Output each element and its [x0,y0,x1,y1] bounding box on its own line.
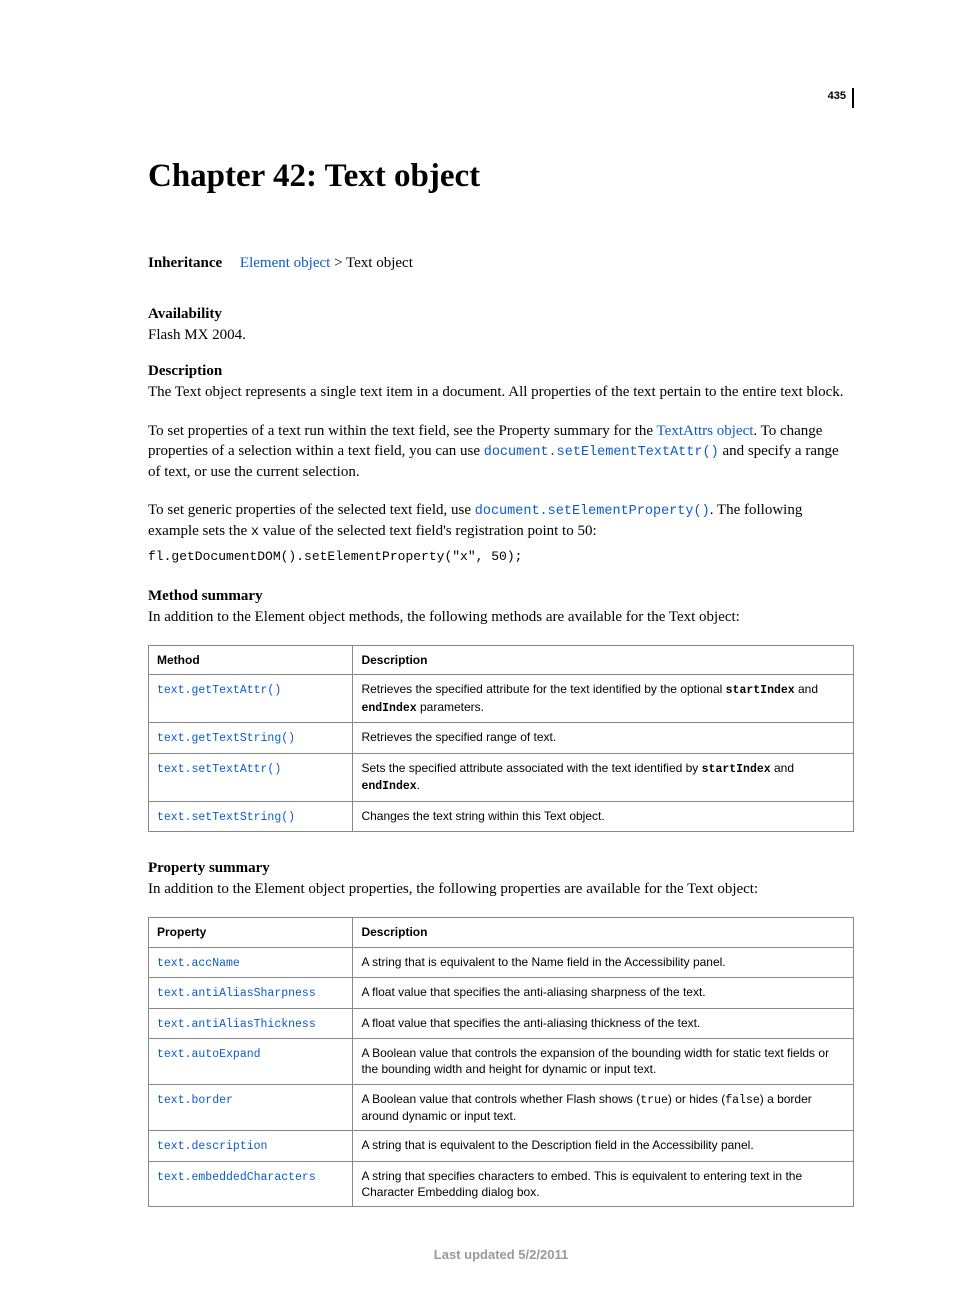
row-description: A float value that specifies the anti-al… [353,978,854,1009]
method-summary-heading: Method summary [148,588,854,605]
method-summary-section: Method summary In addition to the Elemen… [148,588,854,833]
method-summary-table: Method Description text.getTextAttr() Ret… [148,645,854,832]
table-row: text.antiAliasSharpness A float value tha… [149,978,854,1009]
row-description: A Boolean value that controls the expans… [353,1039,854,1084]
api-link[interactable]: text.getTextAttr() [157,684,281,697]
property-summary-heading: Property summary [148,860,854,877]
inheritance-current: Text object [346,255,413,271]
setelementproperty-link[interactable]: document.setElementProperty() [475,504,710,519]
table-row: text.setTextAttr() Sets the specified att… [149,753,854,801]
api-link[interactable]: text.antiAliasSharpness [157,987,316,1000]
row-description: A string that is equivalent to the Descr… [353,1131,854,1162]
availability-heading: Availability [148,306,854,323]
method-summary-intro: In addition to the Element object method… [148,607,854,627]
api-link[interactable]: text.accName [157,957,240,970]
property-col-header: Property [149,918,353,947]
inheritance-line: Inheritance Element object > Text object [148,255,854,272]
api-link[interactable]: text.antiAliasThickness [157,1018,316,1031]
row-description: Sets the specified attribute associated … [353,753,854,801]
page-number: 435 [828,88,854,108]
row-description: Changes the text string within this Text… [353,801,854,832]
description-p3: To set generic properties of the selecte… [148,500,854,542]
row-description: A string that is equivalent to the Name … [353,947,854,978]
desc-p3a: To set generic properties of the selecte… [148,502,475,518]
table-row: text.accName A string that is equivalent … [149,947,854,978]
inheritance-sep: > [330,255,346,271]
availability-section: Availability Flash MX 2004. [148,306,854,345]
textattrs-link[interactable]: TextAttrs object [657,423,754,439]
api-link[interactable]: text.autoExpand [157,1048,261,1061]
api-link[interactable]: text.setTextString() [157,811,295,824]
description-heading: Description [148,363,854,380]
table-row: text.antiAliasThickness A float value tha… [149,1008,854,1039]
row-description: Retrieves the specified range of text. [353,723,854,754]
table-row: text.border A Boolean value that controls… [149,1084,854,1131]
api-link[interactable]: text.getTextString() [157,732,295,745]
table-row: text.getTextAttr() Retrieves the specifie… [149,675,854,723]
row-description: A float value that specifies the anti-al… [353,1008,854,1039]
code-block: fl.getDocumentDOM().setElementProperty("… [148,549,854,564]
inheritance-label: Inheritance [148,255,222,271]
table-row: text.description A string that is equival… [149,1131,854,1162]
description-col-header: Description [353,918,854,947]
table-row: text.setTextString() Changes the text str… [149,801,854,832]
inheritance-link[interactable]: Element object [240,255,330,271]
method-col-header: Method [149,645,353,674]
table-row: text.autoExpand A Boolean value that cont… [149,1039,854,1084]
availability-body: Flash MX 2004. [148,325,854,345]
description-col-header: Description [353,645,854,674]
description-p2: To set properties of a text run within t… [148,421,854,483]
row-description: Retrieves the specified attribute for th… [353,675,854,723]
row-description: A Boolean value that controls whether Fl… [353,1084,854,1131]
api-link[interactable]: text.description [157,1140,267,1153]
desc-p2a: To set properties of a text run within t… [148,423,657,439]
setelementtextattr-link[interactable]: document.setElementTextAttr() [484,445,719,460]
api-link[interactable]: text.setTextAttr() [157,763,281,776]
api-link[interactable]: text.border [157,1094,233,1107]
row-description: A string that specifies characters to em… [353,1161,854,1206]
description-p1: The Text object represents a single text… [148,382,854,402]
property-summary-section: Property summary In addition to the Elem… [148,860,854,1207]
desc-p3x: x [251,525,259,540]
chapter-title: Chapter 42: Text object [148,158,854,195]
property-summary-table: Property Description text.accName A strin… [148,917,854,1207]
table-row: text.embeddedCharacters A string that spe… [149,1161,854,1206]
footer-last-updated: Last updated 5/2/2011 [148,1247,854,1262]
table-row: text.getTextString() Retrieves the specif… [149,723,854,754]
description-section: Description The Text object represents a… [148,363,854,563]
api-link[interactable]: text.embeddedCharacters [157,1171,316,1184]
desc-p3c: value of the selected text field's regis… [259,523,597,539]
property-summary-intro: In addition to the Element object proper… [148,879,854,899]
